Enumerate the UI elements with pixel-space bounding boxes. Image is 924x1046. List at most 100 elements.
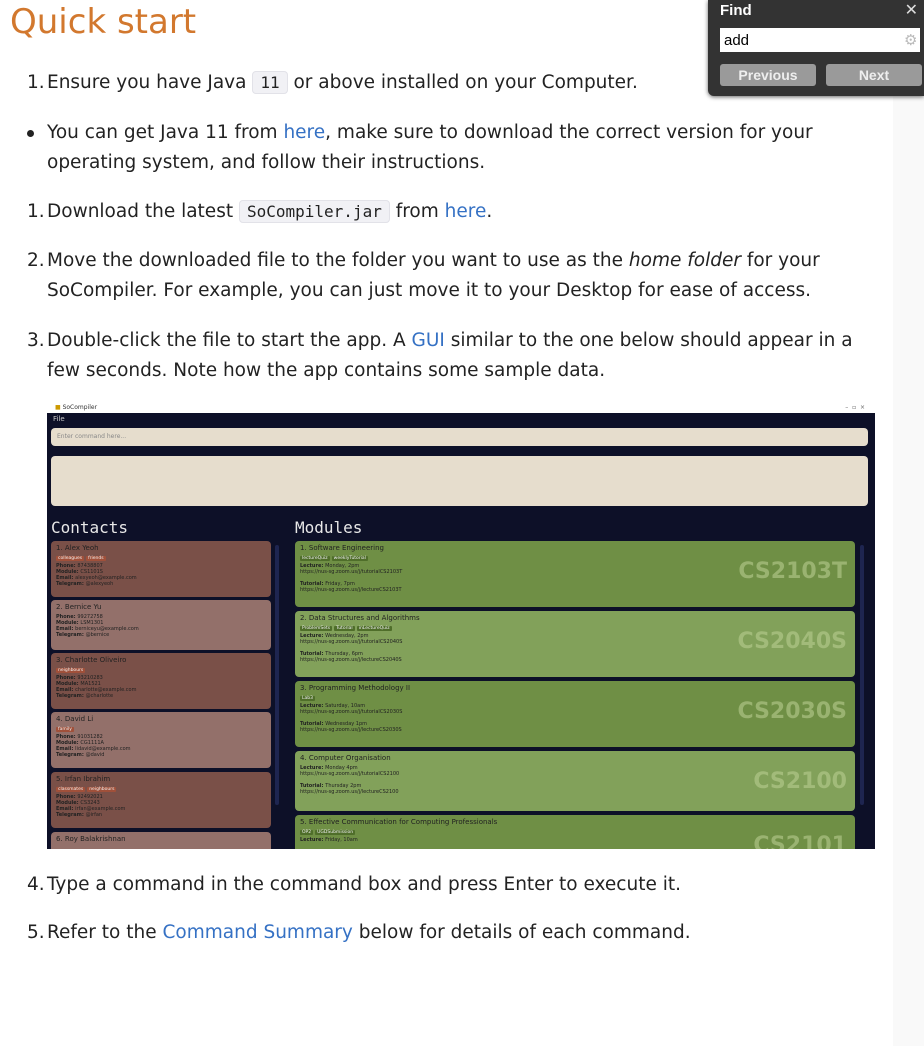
gear-icon[interactable]: ⚙ <box>904 31 917 49</box>
contact-name: 6. Roy Balakrishnan <box>56 835 126 843</box>
telegram-label: Telegram: <box>56 632 86 638</box>
list-number: 1. <box>27 201 45 222</box>
previous-button[interactable]: Previous <box>720 64 816 86</box>
tag: neighbours <box>87 787 117 792</box>
telegram-value: @irfan <box>85 812 103 818</box>
contact-card: 3. Charlotte Oliveiro neighbours Phone: 93… <box>51 653 271 709</box>
contact-name: 3. Charlotte Oliveiro <box>56 656 127 664</box>
telegram-value: @bernice <box>85 632 110 638</box>
contact-telegram: Telegram: @alexyeoh <box>56 581 266 587</box>
contact-tags: family <box>56 726 266 732</box>
contact-name: 1. Alex Yeoh <box>56 544 99 552</box>
list-number: 1. <box>27 72 45 93</box>
list-number: 2. <box>27 250 45 271</box>
tutorial-link: https://nus-sg.zoom.us/j/lectureCS2103T <box>300 587 402 593</box>
contact-telegram: Telegram: @david <box>56 752 266 758</box>
tutorial-link: https://nus-sg.zoom.us/j/lectureCS2030S <box>300 727 402 733</box>
bullet-java-download: You can get Java 11 from here, make sure… <box>27 118 877 178</box>
module-name: 1. Software Engineering <box>300 544 384 552</box>
contact-card: 2. Bernice Yu Phone: 99272758 Module: LSM1… <box>51 600 271 650</box>
next-button[interactable]: Next <box>826 64 922 86</box>
list-number: 4. <box>27 874 45 895</box>
gui-link[interactable]: GUI <box>412 330 445 351</box>
find-title: Find <box>720 2 752 19</box>
module-name: 5. Effective Communication for Computing… <box>300 818 498 826</box>
module-code-watermark: CS2030S <box>737 699 847 724</box>
window-controls-icon: – ▫ × <box>845 404 865 411</box>
contact-tags: colleagues friends <box>56 555 266 561</box>
module-name: 4. Computer Organisation <box>300 754 391 762</box>
step-type-command: 4. Type a command in the command box and … <box>27 870 877 900</box>
text: Move the downloaded file to the folder y… <box>47 250 629 271</box>
page-margin <box>893 0 924 1046</box>
app-title: SoCompiler <box>62 404 98 411</box>
module-code-watermark: CS2100 <box>753 769 847 794</box>
app-title-bar: ■ SoCompiler – ▫ × <box>47 402 875 413</box>
contact-card: 5. Irfan Ibrahim classmates neighbours Phon… <box>51 772 271 828</box>
text: Refer to the <box>47 922 163 943</box>
contact-telegram: Telegram: @irfan <box>56 812 266 818</box>
module-card: 5. Effective Communication for Computing… <box>295 815 855 849</box>
page-title: Quick start <box>10 2 197 42</box>
close-icon[interactable]: ✕ <box>905 0 918 19</box>
tag: Tutorial <box>334 626 355 631</box>
telegram-value: @alexyeoh <box>85 581 114 587</box>
app-icon: ■ <box>55 404 63 411</box>
command-box: Enter command here... <box>51 428 868 446</box>
contacts-scrollbar <box>275 545 279 805</box>
text: Download the latest <box>47 201 239 222</box>
text: Type a command in the command box and pr… <box>47 874 681 895</box>
result-box <box>51 456 868 506</box>
telegram-label: Telegram: <box>56 812 86 818</box>
tag: inLectureQuiz <box>356 626 392 631</box>
emphasis: home folder <box>628 250 741 271</box>
jar-here-link[interactable]: here <box>445 201 487 222</box>
tag: UGDSubmission <box>315 830 356 835</box>
telegram-value: @david <box>85 752 105 758</box>
tag: family <box>56 727 74 732</box>
telegram-label: Telegram: <box>56 693 86 699</box>
java-here-link[interactable]: here <box>283 122 325 143</box>
text: or above installed on your Computer. <box>287 72 638 93</box>
list-number: 5. <box>27 922 45 943</box>
contact-name: 2. Bernice Yu <box>56 603 102 611</box>
tag: colleagues <box>56 556 85 561</box>
text: from <box>389 201 445 222</box>
tag: neighbours <box>56 668 86 673</box>
file-menu: File <box>53 415 65 423</box>
lecture-time: Friday, 10am <box>325 837 358 843</box>
contact-card: 1. Alex Yeoh colleagues friends Phone: 8743… <box>51 541 271 597</box>
text: You can get Java 11 from <box>47 122 284 143</box>
tag: friends <box>86 556 106 561</box>
module-card: 1. Software Engineering lectureQuiz weekly… <box>295 541 855 607</box>
contact-card: 6. Roy Balakrishnan <box>51 832 271 849</box>
telegram-label: Telegram: <box>56 752 86 758</box>
step-move: 2. Move the downloaded file to the folder… <box>27 246 877 306</box>
contact-telegram: Telegram: @bernice <box>56 632 266 638</box>
inline-code: 11 <box>252 71 288 94</box>
tag: classmates <box>56 787 86 792</box>
command-summary-link[interactable]: Command Summary <box>162 922 352 943</box>
module-card: 4. Computer Organisation Lecture: Monday … <box>295 751 855 811</box>
list-number: 3. <box>27 330 45 351</box>
contact-name: 4. David Li <box>56 715 94 723</box>
telegram-label: Telegram: <box>56 581 86 587</box>
module-card: 3. Programming Methodology II Lab3 Lecture… <box>295 681 855 747</box>
step-download: 1. Download the latest SoCompiler.jar fro… <box>27 197 877 227</box>
tag: ProblemSets <box>300 626 333 631</box>
lecture-label: Lecture: <box>300 837 326 843</box>
bullet-icon <box>27 130 34 137</box>
text: below for details of each command. <box>352 922 691 943</box>
contact-telegram: Telegram: @charlotte <box>56 693 266 699</box>
module-card: 2. Data Structures and Algorithms Problem… <box>295 611 855 677</box>
module-code-watermark: CS2101 <box>753 833 847 849</box>
module-name: 3. Programming Methodology II <box>300 684 411 692</box>
find-input[interactable] <box>720 28 920 52</box>
module-code-watermark: CS2103T <box>738 559 847 584</box>
tag: weeklyTutorial <box>331 556 368 561</box>
contact-tags: neighbours <box>56 667 266 673</box>
step-command-summary: 5. Refer to the Command Summary below for… <box>27 918 877 948</box>
find-dialog: Find ✕ ⚙ Previous Next <box>708 0 924 96</box>
text: Ensure you have Java <box>47 72 253 93</box>
modules-scrollbar <box>860 545 864 805</box>
